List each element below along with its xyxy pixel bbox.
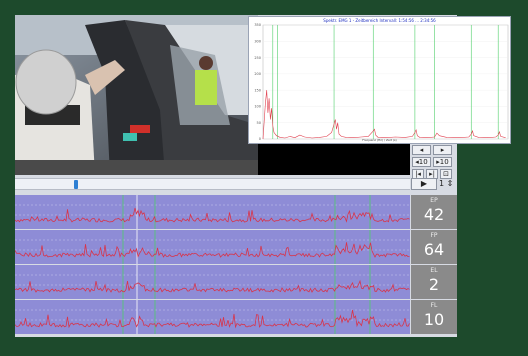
track-fp-signal: [15, 230, 410, 264]
y-tick-label: 50: [257, 121, 261, 125]
speed-stepper[interactable]: 1 ⇕: [439, 178, 457, 190]
step-back-button[interactable]: ◂: [412, 145, 431, 155]
step-forward-button[interactable]: ▸: [433, 145, 452, 155]
y-tick-label: 250: [254, 56, 261, 60]
timeline-scrubber[interactable]: [15, 178, 410, 190]
track-ep-signal: [15, 195, 410, 229]
readout-label: EP: [430, 197, 438, 204]
chart-xlabel: Frequenz (Hz) / Zeit (s): [362, 138, 397, 142]
readout-ep: EP 42: [411, 195, 457, 229]
stepper-arrows-icon: ⇕: [444, 179, 454, 188]
y-tick-label: 350: [254, 23, 261, 27]
video-player[interactable]: [15, 15, 258, 175]
track-el[interactable]: [15, 265, 410, 299]
spectrum-chart-window[interactable]: 350 300 250 200 150 100 50 0 Spektr. EMG 1 - Ze…: [248, 16, 511, 144]
y-tick-label: 300: [254, 39, 261, 43]
readout-value: 42: [423, 205, 445, 224]
signal-trace: [15, 242, 410, 259]
signal-trace: [15, 309, 410, 329]
signal-trace: [15, 279, 410, 293]
video-frame: [15, 15, 258, 175]
jump-back-10-icon: ◂10: [415, 158, 428, 166]
step-back-icon: ◂: [419, 146, 424, 154]
go-end-icon: ▸|: [429, 170, 435, 178]
play-icon: ▶: [420, 179, 428, 188]
readout-value: 64: [423, 240, 445, 259]
track-el-signal: [15, 265, 410, 299]
go-start-icon: |◂: [415, 170, 421, 178]
readout-fp: FP 64: [411, 230, 457, 264]
track-fl[interactable]: [15, 300, 410, 334]
readout-label: FP: [430, 232, 438, 239]
readout-el: EL 2: [411, 265, 457, 299]
readout-fl: FL 10: [411, 300, 457, 334]
jump-forward-10-icon: ▸10: [436, 158, 449, 166]
play-button[interactable]: ▶: [411, 178, 437, 190]
scrubber-thumb[interactable]: [74, 180, 78, 189]
track-ep[interactable]: [15, 195, 410, 229]
y-tick-label: 100: [254, 105, 261, 109]
fit-icon: ⊡: [443, 170, 449, 178]
track-fp[interactable]: [15, 230, 410, 264]
y-tick-label: 150: [254, 88, 261, 92]
readout-label: EL: [430, 267, 438, 274]
y-tick-label: 200: [254, 72, 261, 76]
readout-value: 2: [428, 275, 440, 294]
video-dark-pane: [258, 143, 410, 175]
jump-forward-10-button[interactable]: ▸10: [433, 157, 452, 167]
track-fl-signal: [15, 300, 410, 334]
readout-value: 10: [423, 310, 445, 329]
readout-label: FL: [430, 302, 438, 309]
jump-back-10-button[interactable]: ◂10: [412, 157, 431, 167]
worker-vest: [195, 70, 217, 105]
step-forward-icon: ▸: [440, 146, 445, 154]
spectrum-chart: 350300250200150100500: [254, 23, 509, 141]
chart-title: Spektr. EMG 1 - Zeitbereich Intervall: 1…: [323, 18, 436, 23]
blurred-face: [15, 49, 77, 115]
